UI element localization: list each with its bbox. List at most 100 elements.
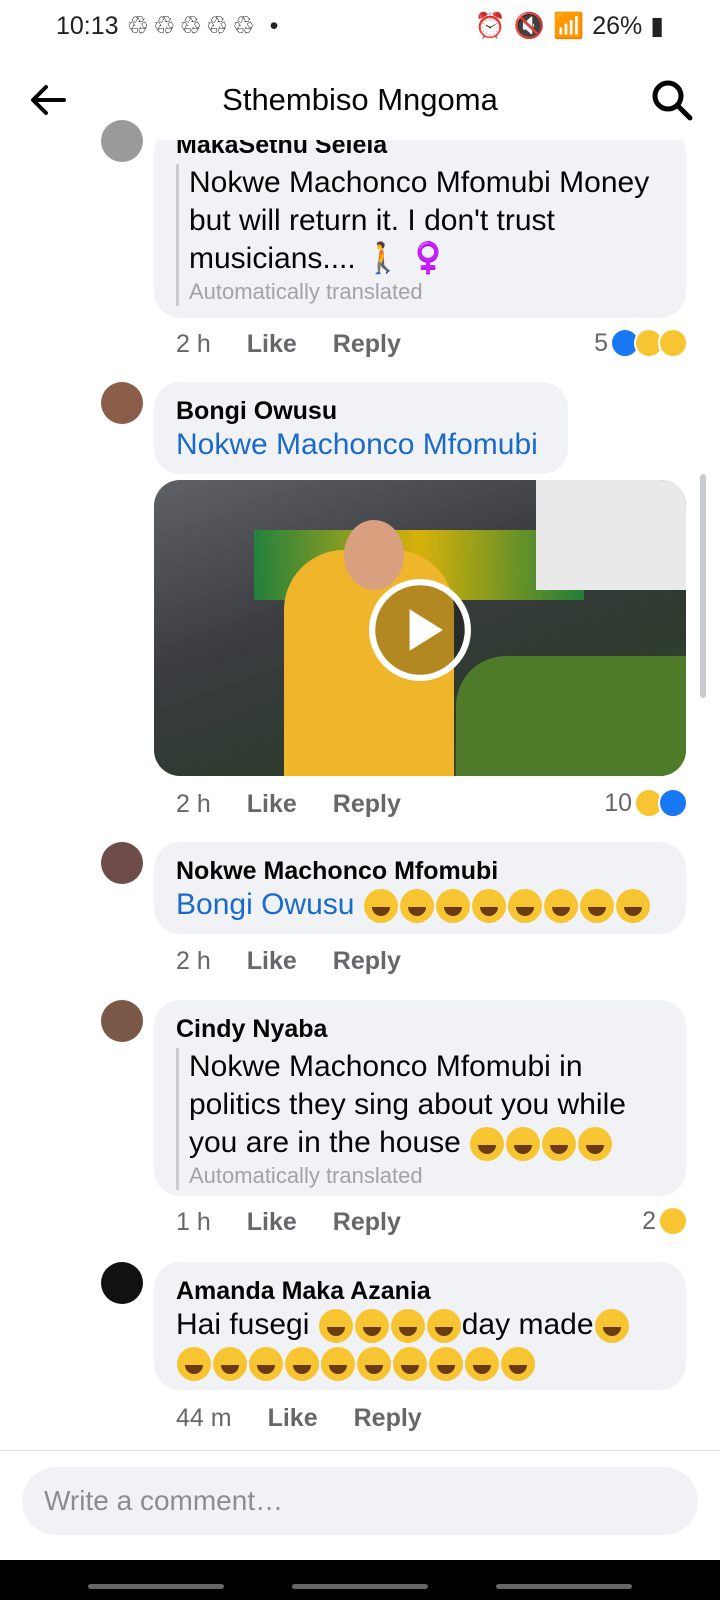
laughing-emoji-icon: [506, 1127, 541, 1162]
avatar[interactable]: [101, 120, 143, 162]
comment-author[interactable]: Cindy Nyaba: [176, 1014, 664, 1044]
battery-icon: ▮: [650, 12, 664, 40]
comment-text-line: but will return it. I don't trust: [189, 204, 555, 237]
comment-bubble: Amanda Maka Azania Hai fusegi day made: [154, 1262, 686, 1390]
reaction-count: 10: [604, 788, 632, 817]
scrollbar[interactable]: [700, 474, 706, 698]
status-time: 10:13: [56, 11, 119, 40]
avatar[interactable]: [101, 1262, 143, 1304]
laughing-emoji-icon: [435, 889, 470, 924]
comment-bubble: Bongi Owusu Nokwe Machonco Mfomubi: [154, 382, 568, 474]
comment-bubble: Nokwe Machonco Mfomubi Bongi Owusu: [154, 842, 686, 934]
comment-text-line: politics they sing about you while: [189, 1088, 626, 1121]
comment-author[interactable]: Nokwe Machonco Mfomubi: [176, 856, 664, 886]
comment-text-line: Nokwe Machonco Mfomubi in: [189, 1050, 583, 1083]
comment-input[interactable]: Write a comment…: [22, 1467, 698, 1535]
reply-button[interactable]: Reply: [333, 947, 401, 976]
comment-text-segment: you are in the house: [189, 1126, 461, 1159]
reaction-count: 5: [594, 328, 608, 357]
avatar[interactable]: [101, 382, 143, 424]
nav-home-handle[interactable]: [292, 1584, 428, 1589]
reaction-summary[interactable]: 2: [642, 1206, 688, 1236]
laughing-emoji-icon: [354, 1309, 389, 1344]
page-title: Sthembiso Mngoma: [222, 82, 498, 117]
comment-actions: 2 h Like Reply: [176, 947, 401, 976]
reply-button[interactable]: Reply: [333, 790, 401, 819]
avatar[interactable]: [101, 1000, 143, 1042]
comment-text-line: you are in the house: [189, 1124, 664, 1162]
comment-time: 2 h: [176, 330, 211, 358]
laughing-emoji-icon: [594, 1309, 629, 1344]
video-thumbnail[interactable]: [154, 480, 686, 776]
reaction-summary[interactable]: 10: [604, 788, 688, 818]
comment-composer-bar: Write a comment…: [0, 1450, 720, 1551]
laughing-emoji-icon: [429, 1347, 463, 1382]
comment-author[interactable]: Bongi Owusu: [176, 396, 546, 426]
like-button[interactable]: Like: [268, 1404, 318, 1433]
laughing-emoji-icon: [390, 1309, 425, 1344]
video-plants: [456, 656, 686, 776]
comment-actions: 1 h Like Reply: [176, 1208, 401, 1237]
nav-back-handle[interactable]: [496, 1584, 632, 1589]
status-bar: 10:13 ♲♲♲♲♲ • ⏰ 🔇 📶 26% ▮: [0, 0, 720, 52]
sad-reaction-icon: [658, 328, 688, 358]
reaction-summary[interactable]: 5: [594, 328, 688, 358]
alarm-icon: ⏰: [474, 11, 506, 40]
comment-actions: 44 m Like Reply: [176, 1404, 422, 1433]
laughing-emoji-icon: [543, 889, 578, 924]
comment-text-line: [176, 1344, 664, 1382]
comment-text-segment: Hai fusegi: [176, 1308, 310, 1341]
laughing-emoji-icon: [501, 1347, 535, 1382]
laughing-emoji-icon: [357, 1347, 391, 1382]
comment-quote: Nokwe Machonco Mfomubi in politics they …: [176, 1048, 664, 1190]
laughing-emoji-icon: [177, 1347, 211, 1382]
reaction-count: 2: [642, 1206, 656, 1235]
comment-time: 2 h: [176, 947, 211, 975]
laughing-emoji-icon: [507, 889, 542, 924]
like-button[interactable]: Like: [247, 790, 297, 819]
reply-button[interactable]: Reply: [333, 330, 401, 359]
reply-button[interactable]: Reply: [333, 1208, 401, 1237]
comment-author[interactable]: Amanda Maka Azania: [176, 1276, 664, 1306]
laughing-emoji-icon: [471, 889, 506, 924]
comment-mention[interactable]: Bongi Owusu: [176, 888, 354, 921]
search-icon[interactable]: [650, 78, 694, 122]
notification-icons: ♲♲♲♲♲ •: [126, 12, 283, 40]
avatar[interactable]: [101, 842, 143, 884]
comment-text-line: musicians.... 🚶 ♀️: [189, 242, 448, 275]
comment-time: 1 h: [176, 1208, 211, 1236]
system-navigation-bar: [0, 1560, 720, 1600]
laughing-emoji-icon: [213, 1347, 247, 1382]
laughing-emoji-row: [363, 888, 651, 924]
laughing-emoji-icon: [465, 1347, 499, 1382]
comment-mention[interactable]: Nokwe Machonco Mfomubi: [176, 426, 546, 464]
laughing-emoji-icon: [285, 1347, 319, 1382]
play-icon[interactable]: [368, 578, 472, 682]
back-arrow-icon[interactable]: [26, 78, 70, 122]
laughing-emoji-icon: [249, 1347, 283, 1382]
like-button[interactable]: Like: [247, 330, 297, 359]
comment-text: Bongi Owusu: [176, 886, 664, 924]
laughing-emoji-icon: [426, 1309, 461, 1344]
battery-level: 26%: [592, 11, 643, 40]
nav-recent-handle[interactable]: [88, 1584, 224, 1589]
comment-text-line: Hai fusegi day made: [176, 1306, 664, 1344]
laughing-emoji-icon: [363, 889, 398, 924]
haha-reaction-icon: [658, 1206, 688, 1236]
mute-icon: 🔇: [513, 11, 546, 40]
laughing-emoji-icon: [393, 1347, 427, 1382]
translation-note[interactable]: Automatically translated: [189, 1162, 664, 1190]
laughing-emoji-icon: [399, 889, 434, 924]
like-button[interactable]: Like: [247, 1208, 297, 1237]
comment-text-segment: day made: [461, 1308, 594, 1341]
like-button[interactable]: Like: [247, 947, 297, 976]
laughing-emoji-icon: [615, 889, 650, 924]
laughing-emoji-icon: [542, 1127, 577, 1162]
comment-time: 2 h: [176, 790, 211, 818]
comment-bubble: MakaSethu Selela Nokwe Machonco Mfomubi …: [154, 140, 686, 318]
reply-button[interactable]: Reply: [354, 1404, 422, 1433]
laughing-emoji-icon: [318, 1309, 353, 1344]
laughing-emoji-icon: [579, 889, 614, 924]
translation-note[interactable]: Automatically translated: [189, 278, 664, 306]
like-reaction-icon: [658, 788, 688, 818]
